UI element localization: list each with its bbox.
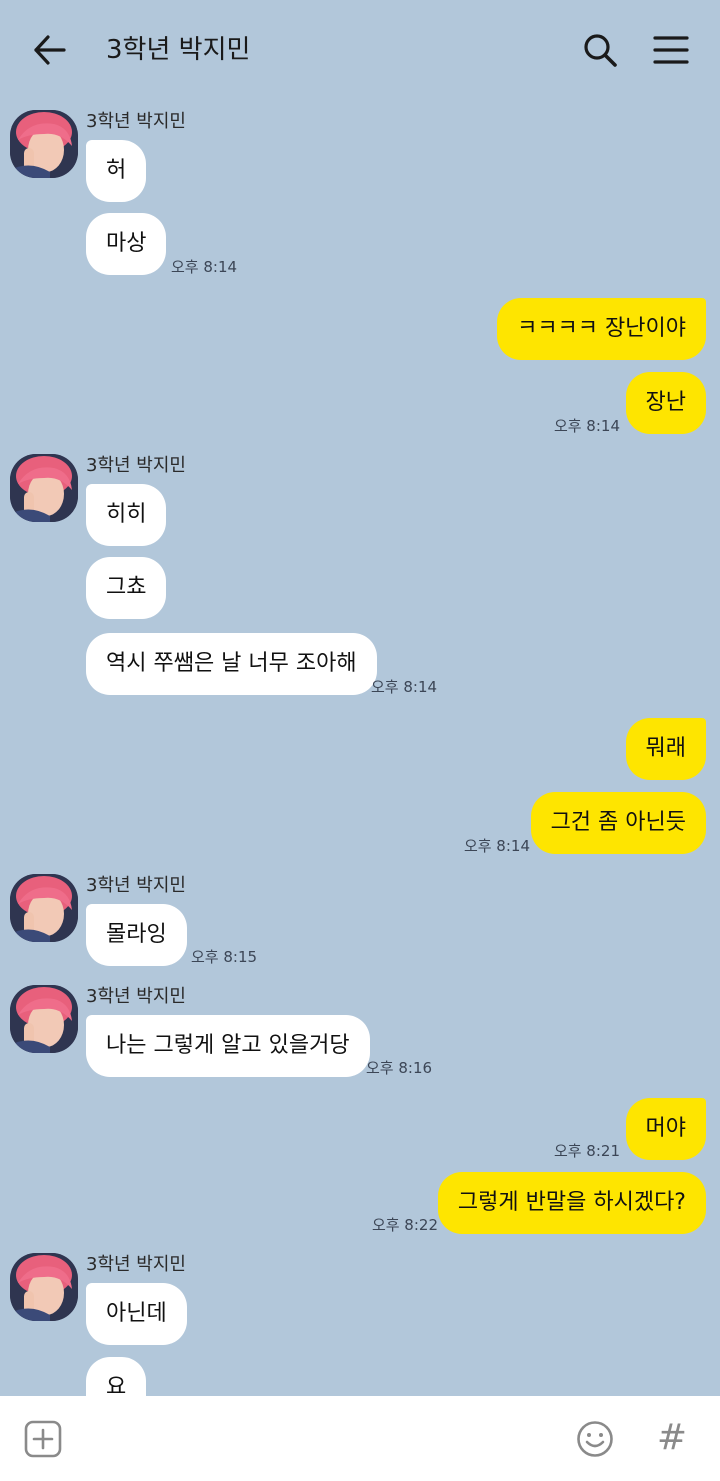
incoming-message[interactable]: 요 — [86, 1357, 147, 1396]
contact-avatar[interactable] — [10, 110, 78, 178]
sender-name: 3학년 박지민 — [86, 986, 186, 1007]
emoji-smile-icon — [577, 1421, 613, 1457]
hamburger-menu-icon — [653, 36, 689, 64]
hashtag-search-button[interactable]: # — [654, 1416, 690, 1460]
incoming-message[interactable]: 그쵸 — [86, 557, 167, 619]
contact-avatar[interactable] — [10, 874, 78, 942]
arrow-left-icon — [34, 35, 66, 65]
message-time: 오후 8:22 — [371, 1216, 438, 1234]
menu-button[interactable] — [650, 30, 692, 70]
profile-photo — [10, 110, 78, 178]
incoming-message[interactable]: 마상 — [86, 213, 167, 275]
contact-avatar[interactable] — [10, 985, 78, 1053]
profile-photo — [10, 454, 78, 522]
contact-avatar[interactable] — [10, 454, 78, 522]
profile-photo — [10, 985, 78, 1053]
contact-avatar[interactable] — [10, 1253, 78, 1321]
outgoing-message[interactable]: 장난 — [625, 372, 706, 434]
plus-square-icon — [24, 1420, 62, 1458]
incoming-message[interactable]: 히히 — [86, 484, 167, 546]
profile-photo — [10, 874, 78, 942]
chat-title: 3학년 박지민 — [106, 35, 251, 65]
back-button[interactable] — [28, 30, 72, 70]
message-time: 오후 8:14 — [463, 837, 530, 855]
outgoing-message[interactable]: 머야 — [625, 1098, 706, 1160]
attach-button[interactable] — [24, 1420, 62, 1458]
sender-name: 3학년 박지민 — [86, 455, 186, 476]
message-time: 오후 8:21 — [553, 1142, 620, 1160]
emoji-button[interactable] — [576, 1420, 614, 1458]
incoming-message[interactable]: 역시 쭈쌤은 날 너무 조아해 — [86, 633, 377, 695]
incoming-message[interactable]: 아닌데 — [86, 1283, 187, 1345]
incoming-message[interactable]: 허 — [86, 140, 147, 202]
message-input-bar: # — [0, 1396, 720, 1481]
sender-name: 3학년 박지민 — [86, 875, 186, 896]
sender-name: 3학년 박지민 — [86, 1254, 186, 1275]
outgoing-message[interactable]: ㅋㅋㅋㅋ 장난이야 — [497, 298, 706, 360]
outgoing-message[interactable]: 그건 좀 아닌듯 — [530, 792, 706, 854]
search-icon — [584, 34, 617, 67]
profile-photo — [10, 1253, 78, 1321]
outgoing-message[interactable]: 뭐래 — [625, 718, 706, 780]
chat-message-list[interactable]: 3학년 박지민 허 마상 오후 8:14 ㅋㅋㅋㅋ 장난이야 장난 오후 8:1… — [0, 98, 720, 1396]
message-time: 오후 8:14 — [371, 678, 438, 696]
sender-name: 3학년 박지민 — [86, 111, 186, 132]
message-time: 오후 8:14 — [553, 417, 620, 435]
message-time: 오후 8:14 — [171, 258, 238, 276]
search-button[interactable] — [580, 30, 620, 70]
message-time: 오후 8:15 — [191, 948, 258, 966]
message-time: 오후 8:16 — [366, 1059, 433, 1077]
incoming-message[interactable]: 나는 그렇게 알고 있을거당 — [86, 1015, 370, 1077]
outgoing-message[interactable]: 그렇게 반말을 하시겠다? — [437, 1172, 706, 1234]
chat-header: 3학년 박지민 — [0, 0, 720, 98]
incoming-message[interactable]: 몰라잉 — [86, 904, 187, 966]
